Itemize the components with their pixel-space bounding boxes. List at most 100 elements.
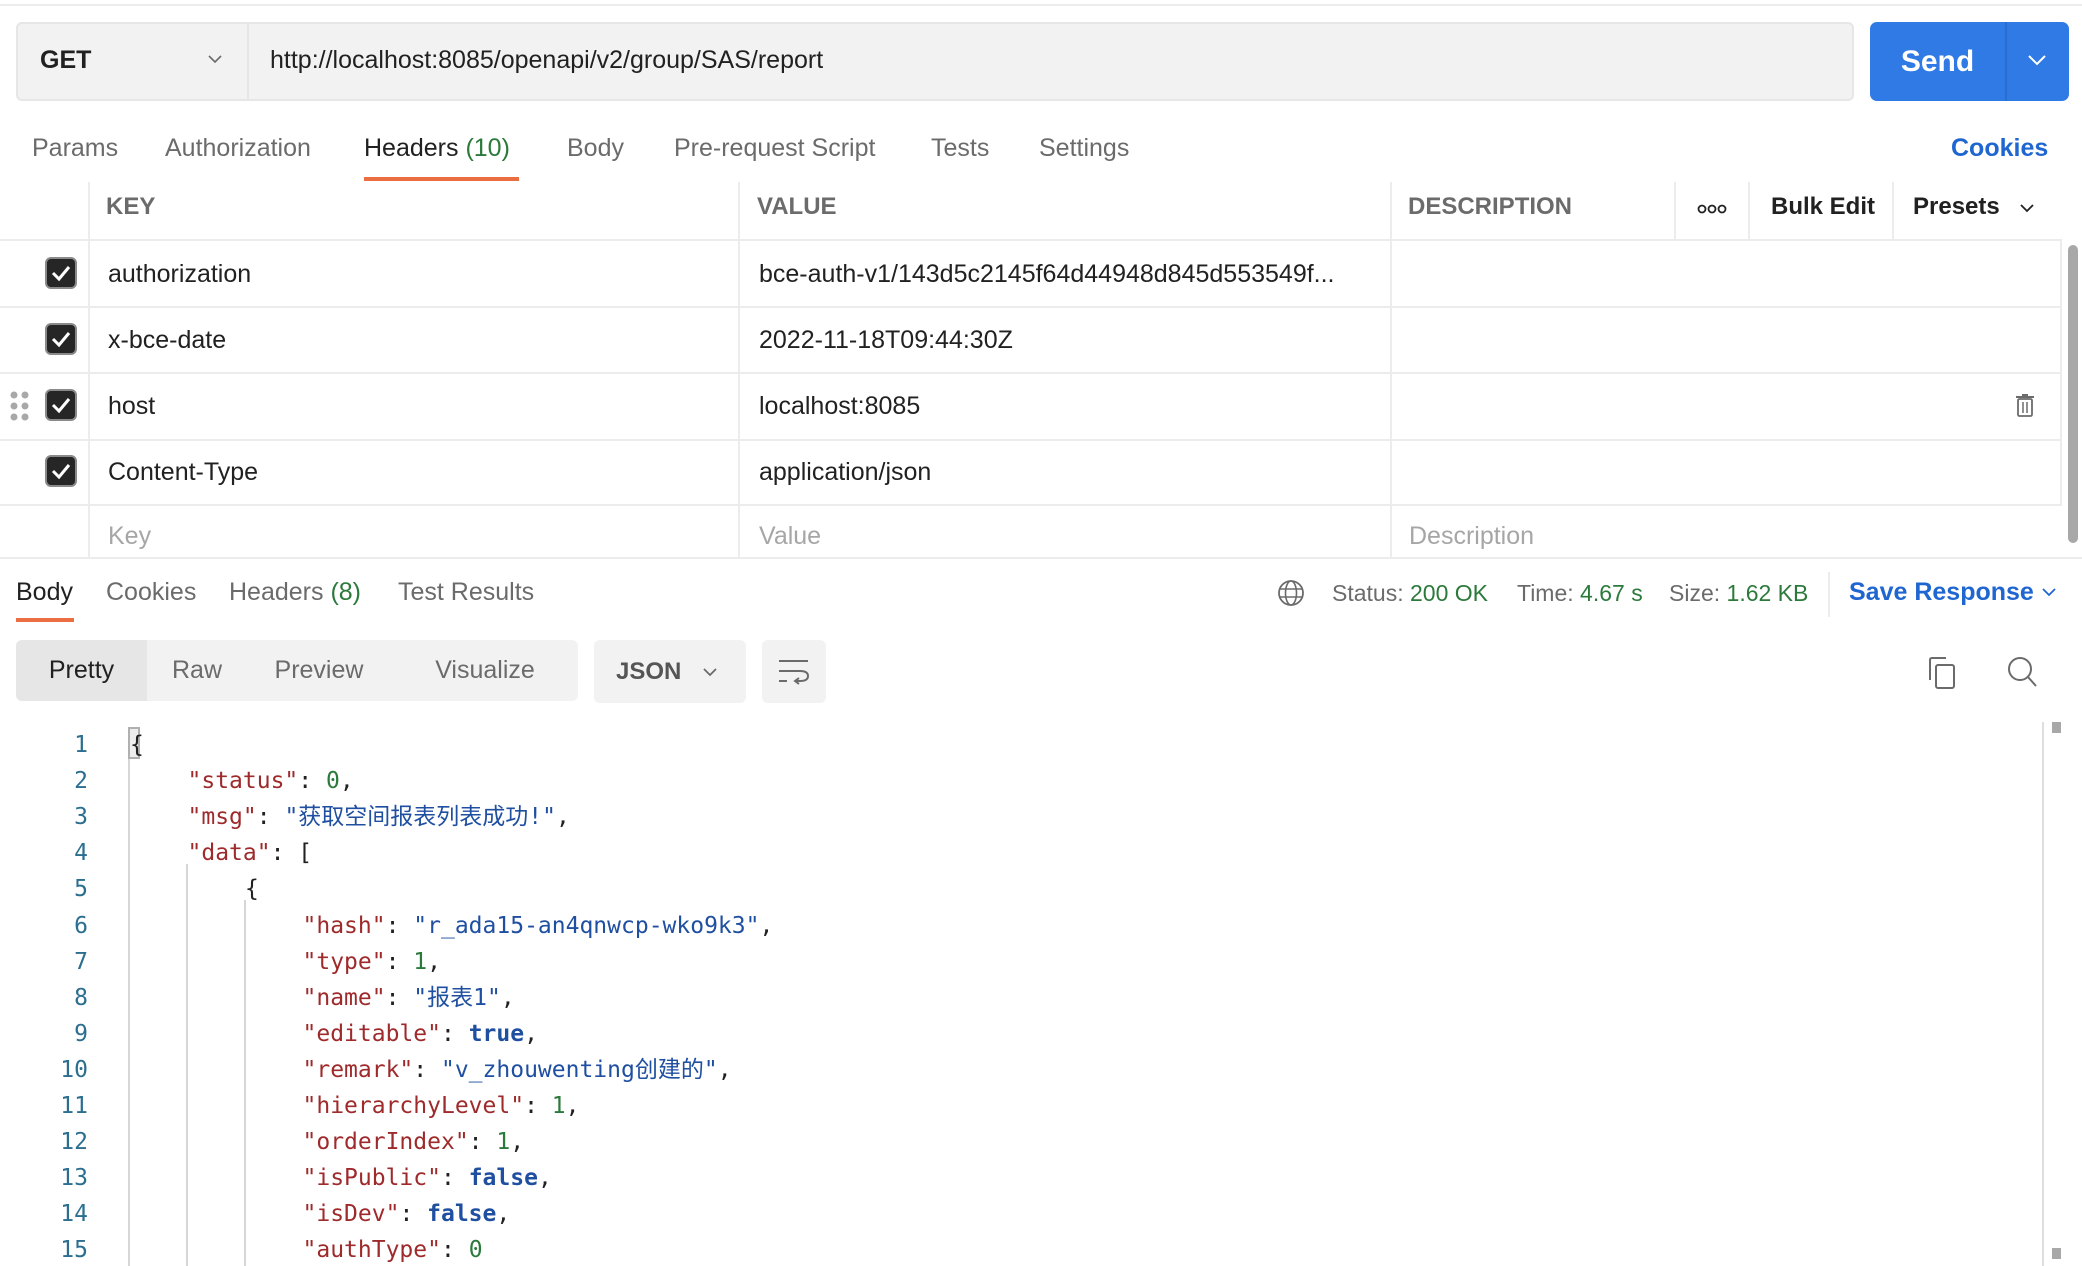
trash-icon[interactable] (2015, 393, 2035, 417)
presets-dropdown[interactable]: Presets (1913, 193, 2000, 221)
tab-headers[interactable]: Headers (10) (364, 134, 510, 163)
send-button[interactable]: Send (1870, 22, 2005, 101)
more-options-icon[interactable] (1697, 203, 1727, 215)
new-description-input[interactable]: Description (1409, 522, 1534, 551)
row-checkbox[interactable] (45, 257, 77, 289)
row-divider (0, 439, 2062, 441)
header-key[interactable]: x-bce-date (108, 326, 226, 355)
code-token: 0 (468, 1237, 483, 1264)
line-number: 11 (60, 1093, 88, 1119)
code-scrollbar-down[interactable] (2052, 1248, 2061, 1259)
copy-icon[interactable] (1926, 656, 1958, 690)
save-response-button[interactable]: Save Response (1849, 578, 2034, 607)
code-token: true (468, 1020, 525, 1047)
code-token: : (440, 1165, 469, 1192)
tab-headers-count: (10) (465, 134, 510, 162)
header-key[interactable]: host (108, 392, 155, 421)
code-token: "hierarchyLevel" (302, 1093, 525, 1119)
line-number: 6 (74, 912, 88, 939)
row-divider (0, 504, 2062, 506)
code-text: "authType": 0 (303, 1232, 483, 1266)
code-token: "获取空间报表列表成功!" (284, 804, 556, 831)
code-token: , (717, 1056, 732, 1083)
header-key[interactable]: Content-Type (108, 458, 258, 487)
code-token: , (759, 912, 774, 939)
line-number: 3 (74, 804, 88, 831)
drag-handle-icon[interactable] (10, 390, 30, 422)
code-token: false (468, 1165, 538, 1192)
line-number: 9 (74, 1020, 88, 1047)
tab-settings[interactable]: Settings (1039, 134, 1129, 163)
view-mode-pretty[interactable]: Pretty (16, 640, 147, 701)
code-token: "v_zhouwenting创建的" (440, 1056, 718, 1083)
row-divider (0, 239, 2062, 241)
line-number: 8 (74, 984, 88, 1011)
row-checkbox[interactable] (45, 389, 77, 421)
code-token: : (385, 912, 414, 939)
column-header-key: KEY (106, 193, 156, 220)
size-label: Size: (1669, 580, 1721, 606)
code-text: "name": "报表1", (303, 980, 515, 1016)
wrap-lines-button[interactable] (762, 640, 826, 703)
response-tab-headers-label: Headers (229, 578, 324, 606)
header-key[interactable]: authorization (108, 260, 251, 289)
code-token: : (399, 1201, 428, 1228)
response-body-code[interactable]: 1 {2 "status": 0, 3 "msg": "获取空间报表列表成功!", 4 "d… (0, 722, 2040, 1266)
view-mode-segmented-control: Pretty Raw Preview Visualize (16, 640, 578, 701)
format-dropdown[interactable]: JSON (594, 640, 746, 703)
new-value-input[interactable]: Value (759, 522, 821, 551)
active-tab-underline (364, 177, 519, 181)
tab-headers-label: Headers (364, 134, 459, 162)
response-tab-headers[interactable]: Headers (8) (229, 578, 361, 607)
tab-body[interactable]: Body (567, 134, 624, 163)
code-token: : (440, 1237, 469, 1264)
response-size: Size: 1.62 KB (1669, 580, 1808, 607)
code-scrollbar-up[interactable] (2052, 722, 2061, 733)
new-key-input[interactable]: Key (108, 522, 151, 551)
format-label: JSON (616, 658, 682, 685)
column-divider (1674, 182, 1676, 240)
code-token: "isPublic" (302, 1165, 441, 1192)
tab-params[interactable]: Params (32, 134, 118, 163)
view-mode-raw[interactable]: Raw (147, 640, 247, 701)
response-tab-test-results[interactable]: Test Results (398, 578, 534, 607)
view-mode-visualize[interactable]: Visualize (408, 640, 562, 701)
globe-icon[interactable] (1276, 578, 1306, 608)
code-text: { (130, 727, 144, 763)
code-token: , (510, 1129, 525, 1156)
header-value[interactable]: 2022-11-18T09:44:30Z (759, 326, 1013, 355)
tab-tests[interactable]: Tests (931, 134, 989, 163)
url-input[interactable]: http://localhost:8085/openapi/v2/group/S… (270, 46, 823, 75)
status-value: 200 OK (1410, 580, 1488, 606)
method-select[interactable]: GET (18, 24, 249, 99)
send-options-chevron-icon[interactable] (2026, 52, 2048, 68)
row-divider (0, 306, 2062, 308)
line-number: 2 (74, 768, 88, 795)
view-mode-preview[interactable]: Preview (252, 640, 386, 701)
code-token: , (537, 1165, 552, 1192)
code-scrollbar-track[interactable] (2042, 722, 2044, 1266)
tab-pre-request-script[interactable]: Pre-request Script (674, 134, 875, 163)
code-text: { (245, 871, 259, 907)
code-token: { (130, 732, 144, 758)
code-token: , (524, 1020, 538, 1047)
url-bar: GET http://localhost:8085/openapi/v2/gro… (16, 22, 1854, 101)
header-value[interactable]: localhost:8085 (759, 392, 920, 421)
save-response-chevron-icon[interactable] (2041, 586, 2057, 598)
code-text: "orderIndex": 1, (303, 1124, 525, 1160)
tab-authorization[interactable]: Authorization (165, 134, 311, 163)
search-icon[interactable] (2006, 655, 2038, 689)
response-tab-cookies[interactable]: Cookies (106, 578, 196, 607)
row-checkbox[interactable] (45, 323, 77, 355)
code-token: : [ (270, 840, 313, 867)
table-scrollbar[interactable] (2068, 245, 2078, 543)
cookies-link[interactable]: Cookies (1951, 134, 2048, 163)
code-token: "editable" (302, 1020, 441, 1047)
bulk-edit-button[interactable]: Bulk Edit (1771, 193, 1875, 221)
header-value[interactable]: application/json (759, 458, 931, 487)
response-tab-body[interactable]: Body (16, 578, 73, 607)
response-tab-headers-count: (8) (330, 578, 362, 606)
row-checkbox[interactable] (45, 455, 77, 487)
method-label: GET (40, 46, 92, 74)
header-value[interactable]: bce-auth-v1/143d5c2145f64d44948d845d5535… (759, 260, 1335, 289)
